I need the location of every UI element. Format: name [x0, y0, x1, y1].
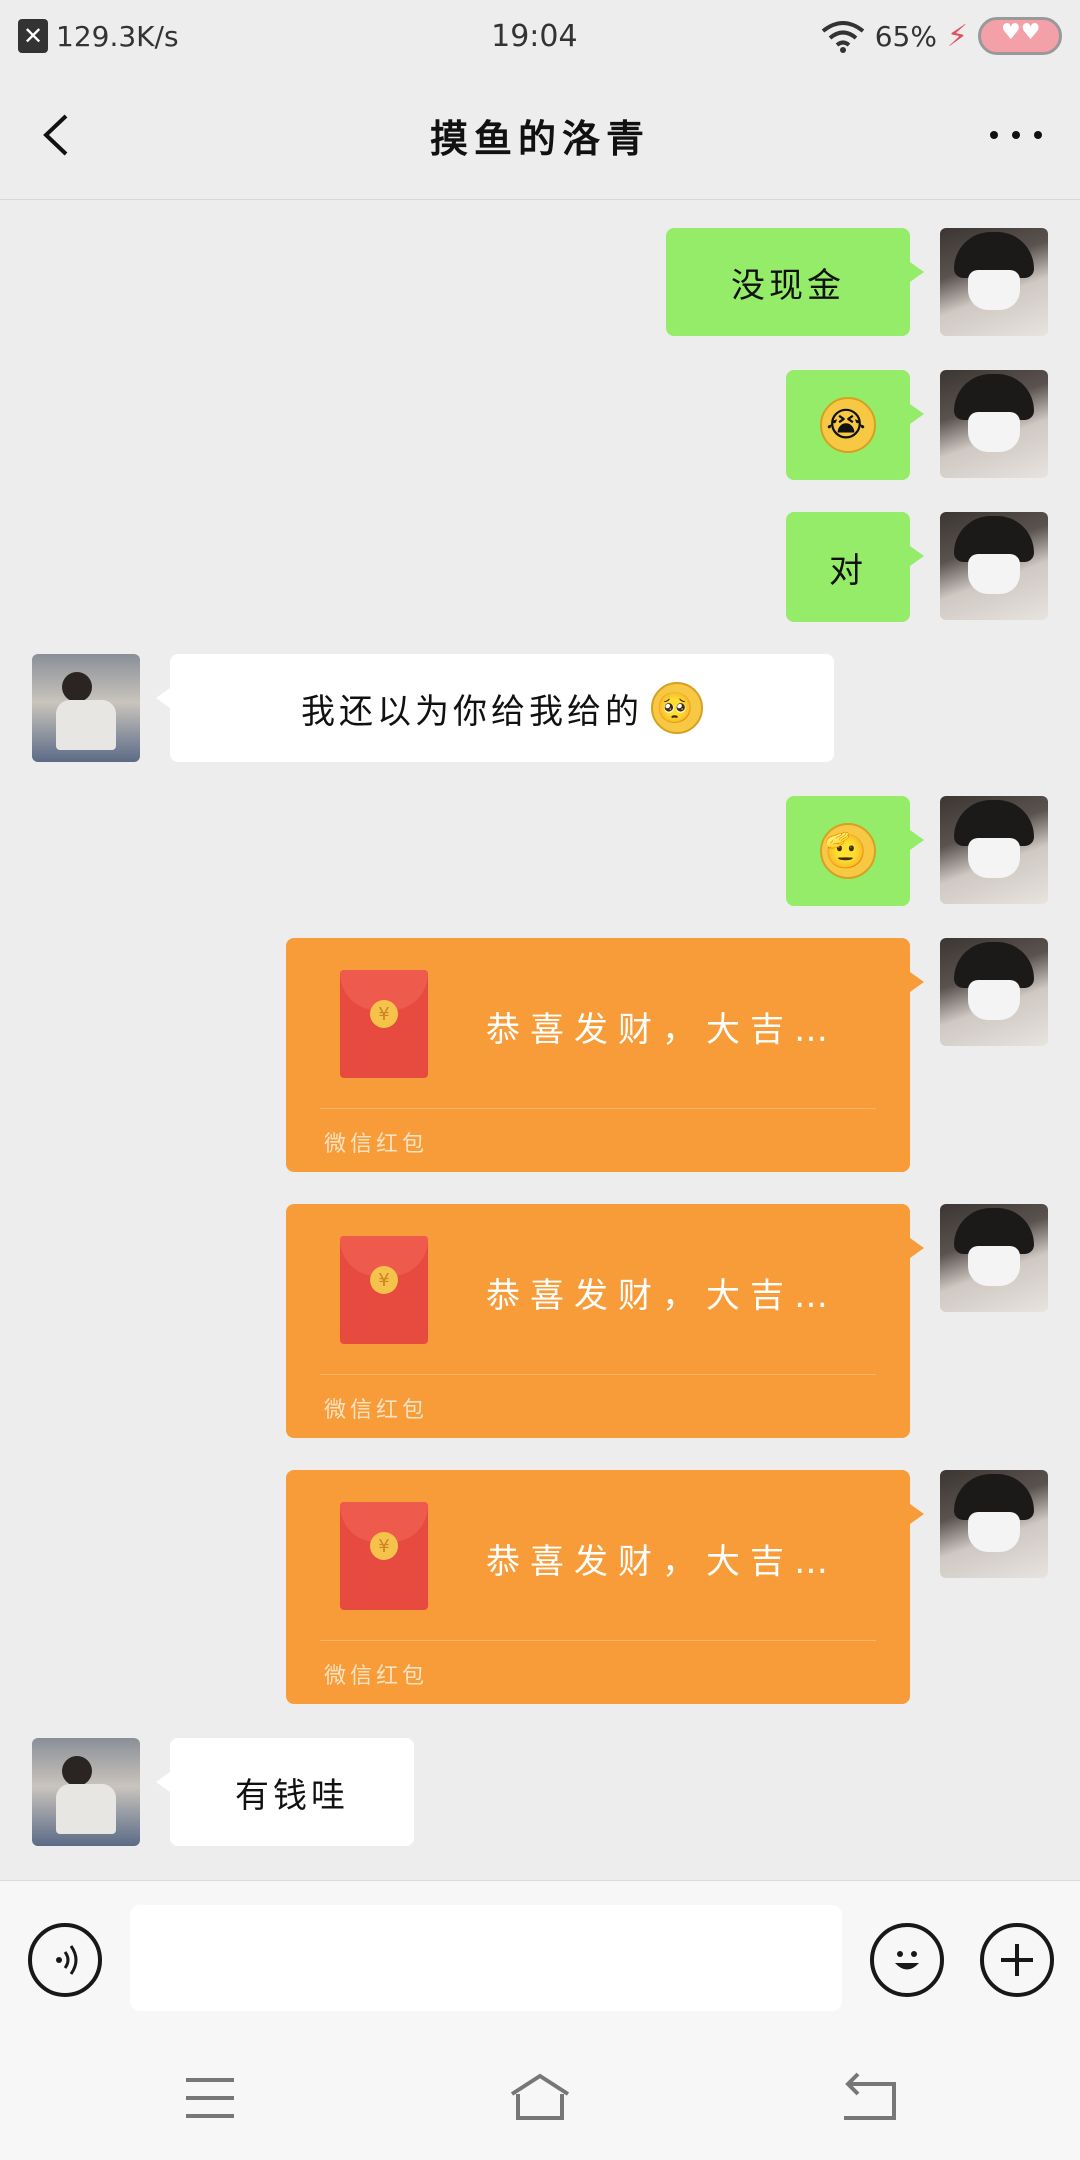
coin-icon: ¥ [370, 1000, 398, 1028]
red-packet-label: 微信红包 [324, 1664, 429, 1689]
avatar[interactable] [940, 512, 1048, 620]
red-packet-label: 微信红包 [324, 1132, 429, 1157]
status-time: 19:04 [491, 18, 578, 54]
message-bubble-received[interactable]: 有钱哇 [156, 1738, 414, 1846]
message-text: 没现金 [731, 265, 845, 306]
status-left: ✕ 129.3K/s [18, 19, 358, 53]
avatar[interactable] [940, 1204, 1048, 1312]
more-dots-icon[interactable] [986, 112, 1046, 158]
close-notification-icon: ✕ [18, 19, 48, 53]
red-packet-card[interactable]: ¥ 恭喜发财，大吉… 微信红包 [286, 1470, 924, 1704]
plus-icon[interactable] [980, 1923, 1054, 1997]
avatar[interactable] [940, 796, 1048, 904]
divider [320, 1108, 876, 1109]
red-packet-label: 微信红包 [324, 1398, 429, 1423]
avatar[interactable] [940, 228, 1048, 336]
red-packet-message: 恭喜发财，大吉… [486, 1542, 838, 1582]
message-text: 对 [829, 550, 867, 591]
red-packet-card[interactable]: ¥ 恭喜发财，大吉… 微信红包 [286, 1204, 924, 1438]
back-chevron-icon[interactable] [34, 112, 80, 158]
avatar[interactable] [32, 1738, 140, 1846]
status-right: 65% ⚡ [821, 17, 1062, 55]
wifi-icon [821, 21, 864, 53]
red-packet-message: 恭喜发财，大吉… [486, 1010, 838, 1050]
avatar[interactable] [32, 654, 140, 762]
home-icon[interactable] [490, 2068, 590, 2128]
battery-percent: 65% [874, 19, 937, 53]
menu-icon[interactable] [160, 2068, 260, 2128]
system-nav-bar [0, 2040, 1080, 2160]
red-packet-message: 恭喜发财，大吉… [486, 1276, 838, 1316]
battery-icon [978, 17, 1062, 55]
avatar[interactable] [940, 370, 1048, 478]
input-bar [0, 1880, 1080, 2040]
network-speed: 129.3K/s [56, 19, 179, 53]
message-input[interactable] [130, 1905, 842, 2011]
coin-icon: ¥ [370, 1532, 398, 1560]
divider [320, 1374, 876, 1375]
red-envelope-icon: ¥ [340, 1502, 428, 1610]
system-back-icon[interactable] [820, 2068, 920, 2128]
chat-header: 摸鱼的洛青 [0, 72, 1080, 200]
avatar[interactable] [940, 938, 1048, 1046]
avatar[interactable] [940, 1470, 1048, 1578]
charging-icon: ⚡ [946, 18, 968, 54]
chat-area[interactable]: 没现金 😭 对 我还以为你给我给的 🥺 🫡 ¥ 恭喜发财，大吉… 微信红包 ¥ … [0, 200, 1080, 1880]
message-text: 我还以为你给我给的 [301, 691, 643, 732]
status-bar: ✕ 129.3K/s 19:04 65% ⚡ [0, 0, 1080, 72]
red-envelope-icon: ¥ [340, 1236, 428, 1344]
coin-icon: ¥ [370, 1266, 398, 1294]
voice-icon[interactable] [28, 1923, 102, 1997]
message-bubble-sent[interactable]: 没现金 [666, 228, 924, 336]
divider [320, 1640, 876, 1641]
message-bubble-sent[interactable]: 对 [786, 512, 924, 622]
chat-title: 摸鱼的洛青 [429, 117, 650, 161]
message-text: 有钱哇 [235, 1775, 349, 1816]
message-bubble-sent[interactable]: 🫡 [786, 796, 924, 906]
red-envelope-icon: ¥ [340, 970, 428, 1078]
message-bubble-sent[interactable]: 😭 [786, 370, 924, 480]
message-bubble-received[interactable]: 我还以为你给我给的 🥺 [156, 654, 834, 762]
crying-face-icon: 😭 [820, 397, 876, 453]
salute-face-icon: 🫡 [820, 823, 876, 879]
emoji-icon[interactable] [870, 1923, 944, 1997]
red-packet-card[interactable]: ¥ 恭喜发财，大吉… 微信红包 [286, 938, 924, 1172]
pleading-face-icon: 🥺 [651, 682, 703, 734]
